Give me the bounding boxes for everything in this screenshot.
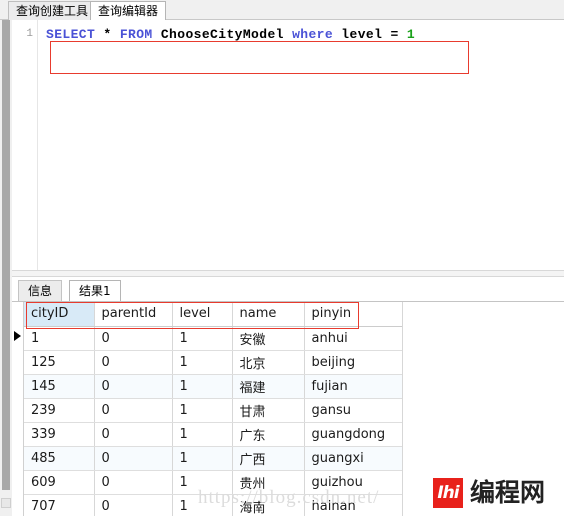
table-row[interactable]: 239 0 1 甘肃 gansu: [24, 398, 403, 423]
cell-cityid[interactable]: 125: [24, 350, 95, 375]
cell-parentid[interactable]: 0: [94, 446, 173, 471]
tab-query-editor-label: 查询编辑器: [98, 4, 159, 18]
cell-level[interactable]: 1: [172, 446, 233, 471]
column-header-level[interactable]: level: [172, 302, 233, 327]
table-body: 1 0 1 安徽 anhui 125 0 1 北京 beijing 145 0 1 福建 fujian 239…: [24, 326, 403, 516]
cell-parentid[interactable]: 0: [94, 494, 173, 516]
tab-messages[interactable]: 信息: [18, 280, 63, 302]
cell-name[interactable]: 贵州: [232, 470, 305, 495]
cell-level[interactable]: 1: [172, 398, 233, 423]
cell-pinyin[interactable]: anhui: [304, 326, 403, 351]
table-row[interactable]: 145 0 1 福建 fujian: [24, 374, 403, 399]
tab-result1[interactable]: 结果1: [69, 280, 121, 303]
results-tabbar: 信息 结果1: [12, 280, 564, 303]
editor-gutter: 1: [12, 20, 38, 270]
sql-editor-pane[interactable]: 1 SELECT * FROM ChooseCityModel where le…: [12, 20, 564, 270]
column-header-pinyin[interactable]: pinyin: [304, 302, 403, 327]
tab-query-builder-label: 查询创建工具: [16, 4, 89, 18]
scrollbar-thumb[interactable]: [2, 20, 10, 490]
sql-token-identifier-10: level: [341, 27, 383, 42]
sql-annotation-box: [50, 41, 469, 74]
cell-pinyin[interactable]: beijing: [304, 350, 403, 375]
cell-name[interactable]: 北京: [232, 350, 305, 375]
tab-query-editor[interactable]: 查询编辑器: [90, 1, 167, 21]
sql-token-keyword-4: FROM: [119, 27, 153, 42]
cell-level[interactable]: 1: [172, 494, 233, 516]
results-pane: 信息 结果1 cityID parentId level name pinyin 101…: [12, 277, 564, 516]
cell-pinyin[interactable]: gansu: [304, 398, 403, 423]
cell-pinyin[interactable]: hainan: [304, 494, 403, 516]
cell-name[interactable]: 广西: [232, 446, 305, 471]
table-row[interactable]: 1 0 1 安徽 anhui: [24, 326, 403, 351]
cell-pinyin[interactable]: fujian: [304, 374, 403, 399]
tab-result1-label: 结果1: [79, 284, 111, 298]
table-row[interactable]: 339 0 1 广东 guangdong: [24, 422, 403, 447]
cell-level[interactable]: 1: [172, 374, 233, 399]
tab-messages-label: 信息: [28, 284, 53, 298]
outer-vertical-scrollbar[interactable]: [0, 20, 12, 516]
cell-pinyin[interactable]: guangxi: [304, 446, 403, 471]
cell-parentid[interactable]: 0: [94, 350, 173, 375]
cell-cityid[interactable]: 485: [24, 446, 95, 471]
top-tabbar: 查询创建工具 查询编辑器: [0, 0, 564, 21]
cell-pinyin[interactable]: guizhou: [304, 470, 403, 495]
sql-token-operator-12: =: [390, 27, 399, 42]
table-header-row: cityID parentId level name pinyin: [24, 302, 403, 327]
table-row[interactable]: 485 0 1 广西 guangxi: [24, 446, 403, 471]
cell-level[interactable]: 1: [172, 470, 233, 495]
cell-name[interactable]: 海南: [232, 494, 305, 516]
scrollbar-down-button[interactable]: [1, 498, 11, 508]
table-row[interactable]: 125 0 1 北京 beijing: [24, 350, 403, 375]
cell-name[interactable]: 福建: [232, 374, 305, 399]
current-row-indicator-icon: [14, 331, 21, 341]
sql-token-keyword-0: SELECT: [46, 27, 96, 42]
column-header-parentid[interactable]: parentId: [94, 302, 173, 327]
cell-cityid[interactable]: 339: [24, 422, 95, 447]
cell-parentid[interactable]: 0: [94, 398, 173, 423]
results-table[interactable]: cityID parentId level name pinyin 1 0 1 安徽 anhui…: [24, 302, 403, 516]
cell-cityid[interactable]: 1: [24, 326, 95, 351]
cell-parentid[interactable]: 0: [94, 470, 173, 495]
cell-level[interactable]: 1: [172, 350, 233, 375]
sql-token-operator-2: *: [103, 27, 112, 42]
column-header-cityid[interactable]: cityID: [24, 302, 95, 327]
cell-name[interactable]: 广东: [232, 422, 305, 447]
cell-pinyin[interactable]: guangdong: [304, 422, 403, 447]
sql-token-keyword-8: where: [292, 27, 334, 42]
pane-splitter[interactable]: [12, 270, 564, 277]
cell-parentid[interactable]: 0: [94, 422, 173, 447]
results-grid[interactable]: cityID parentId level name pinyin 1 0 1 安徽 anhui…: [12, 302, 564, 516]
cell-name[interactable]: 安徽: [232, 326, 305, 351]
cell-level[interactable]: 1: [172, 326, 233, 351]
cell-cityid[interactable]: 609: [24, 470, 95, 495]
cell-level[interactable]: 1: [172, 422, 233, 447]
column-header-name[interactable]: name: [232, 302, 305, 327]
cell-parentid[interactable]: 0: [94, 374, 173, 399]
cell-name[interactable]: 甘肃: [232, 398, 305, 423]
table-row[interactable]: 609 0 1 贵州 guizhou: [24, 470, 403, 495]
grid-empty-area: [402, 302, 564, 516]
sql-token-identifier-6: ChooseCityModel: [160, 27, 284, 42]
line-number: 1: [26, 28, 33, 40]
tab-query-builder[interactable]: 查询创建工具: [8, 1, 97, 20]
table-row[interactable]: 707 0 1 海南 hainan: [24, 494, 403, 516]
cell-cityid[interactable]: 145: [24, 374, 95, 399]
cell-cityid[interactable]: 239: [24, 398, 95, 423]
cell-parentid[interactable]: 0: [94, 326, 173, 351]
sql-code-line[interactable]: SELECT * FROM ChooseCityModel where leve…: [46, 27, 415, 42]
cell-cityid[interactable]: 707: [24, 494, 95, 516]
sql-token-number-14: 1: [406, 27, 416, 42]
